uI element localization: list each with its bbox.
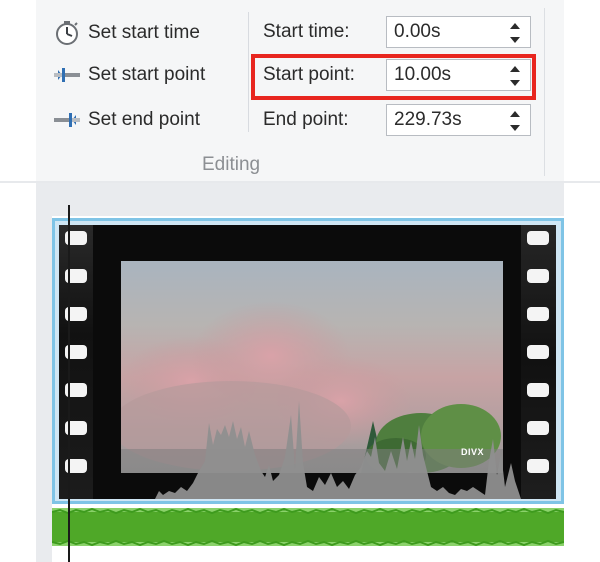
end-point-value: 229.73s bbox=[394, 109, 462, 130]
ribbon-divider bbox=[544, 8, 545, 176]
set-start-time-button[interactable]: Set start time bbox=[52, 20, 200, 46]
end-point-decrement-arrow-icon[interactable] bbox=[509, 124, 521, 133]
start-time-spinbox[interactable]: 0.00s bbox=[386, 16, 531, 48]
music-track[interactable] bbox=[52, 508, 564, 546]
editing-group-label: Editing bbox=[202, 154, 261, 175]
music-waveform bbox=[52, 508, 564, 546]
set-end-point-button[interactable]: Set end point bbox=[52, 107, 200, 133]
end-point-spinbox[interactable]: 229.73s bbox=[386, 104, 531, 136]
set-start-point-button[interactable]: Set start point bbox=[52, 62, 205, 88]
video-clip-frame: DIVX bbox=[59, 225, 556, 499]
start-time-increment-arrow-icon[interactable] bbox=[509, 21, 521, 30]
storyboard-timeline[interactable]: DIVX bbox=[52, 216, 564, 562]
start-point-highlight-box bbox=[251, 54, 536, 100]
video-clip[interactable]: DIVX bbox=[52, 218, 564, 504]
end-point-increment-arrow-icon[interactable] bbox=[509, 109, 521, 118]
start-time-value: 0.00s bbox=[394, 21, 441, 42]
stopwatch-icon bbox=[52, 20, 82, 46]
start-time-label: Start time: bbox=[263, 21, 350, 42]
set-start-time-label: Set start time bbox=[88, 22, 200, 43]
start-time-decrement-arrow-icon[interactable] bbox=[509, 36, 521, 45]
group-divider bbox=[248, 12, 249, 132]
set-end-point-label: Set end point bbox=[88, 109, 200, 130]
divx-badge: DIVX bbox=[461, 447, 485, 457]
trim-end-icon bbox=[52, 107, 82, 133]
playhead-line[interactable] bbox=[68, 205, 70, 562]
trim-start-icon bbox=[52, 62, 82, 88]
video-audio-waveform bbox=[155, 401, 521, 499]
end-point-label: End point: bbox=[263, 109, 349, 130]
set-start-point-label: Set start point bbox=[88, 64, 206, 85]
